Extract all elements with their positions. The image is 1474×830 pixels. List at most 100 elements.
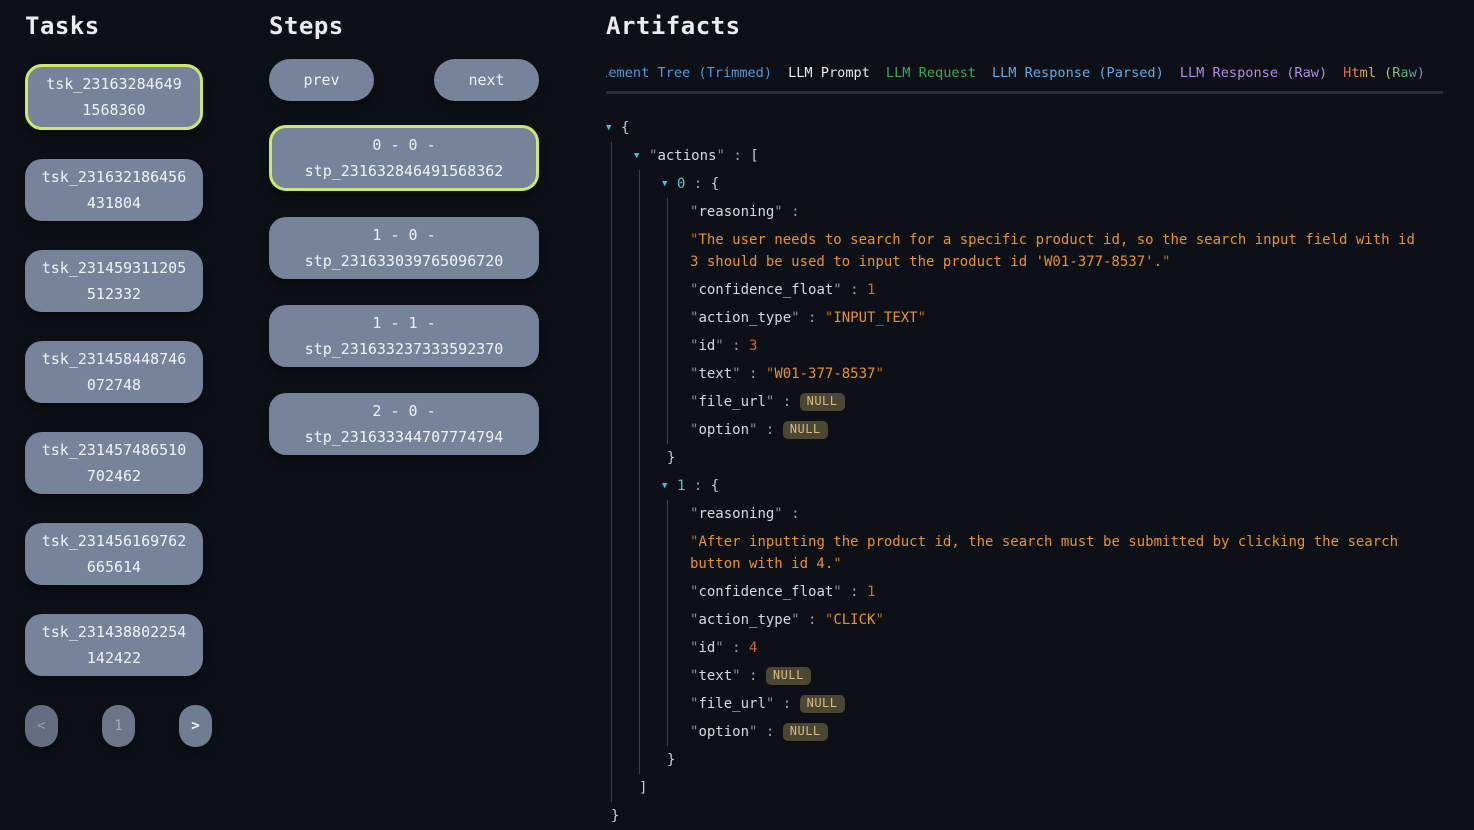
- json-tree-viewer: ▼{▼"actions" : [▼0 : {"reasoning" :"The …: [606, 114, 1443, 830]
- json-row: "option" : NULL: [690, 718, 1443, 746]
- json-row: }: [662, 444, 1443, 472]
- json-token: ": [715, 640, 723, 656]
- json-token: 1: [867, 584, 875, 600]
- json-token: :: [741, 366, 766, 382]
- task-button[interactable]: tsk_231458448746072748: [25, 341, 203, 403]
- null-badge: NULL: [800, 393, 845, 411]
- json-token: ": [732, 366, 740, 382]
- steps-title: Steps: [269, 12, 549, 40]
- json-token: ": [732, 668, 740, 684]
- json-token: "text": [690, 668, 741, 684]
- artifacts-title: Artifacts: [606, 12, 1443, 40]
- step-button[interactable]: 2 - 0 - stp_231633344707774794: [269, 393, 539, 455]
- json-token: "id": [690, 640, 724, 656]
- json-row: "action_type" : "INPUT_TEXT": [690, 304, 1443, 332]
- tab-element-tree-trimmed[interactable]: Element Tree (Trimmed): [606, 65, 772, 94]
- json-row: ]: [634, 774, 1443, 802]
- json-token: ": [833, 584, 841, 600]
- json-token: :: [800, 310, 825, 326]
- json-token: :: [757, 422, 782, 438]
- json-row: "reasoning" :: [690, 500, 1443, 528]
- json-token: "actions": [649, 148, 725, 164]
- task-button[interactable]: tsk_231456169762665614: [25, 523, 203, 585]
- collapse-arrow-icon[interactable]: ▼: [662, 173, 677, 195]
- tasks-pagination: < 1 >: [25, 705, 212, 747]
- json-token: {: [711, 478, 719, 494]
- task-button[interactable]: tsk_231632846491568360: [25, 64, 203, 130]
- json-token: }: [667, 752, 675, 768]
- tab-html-raw[interactable]: Html (Raw): [1343, 65, 1425, 94]
- json-node: "reasoning" :"The user needs to search f…: [690, 198, 1443, 276]
- json-token: "confidence_float": [690, 584, 842, 600]
- json-token: "reasoning": [690, 506, 783, 522]
- pagination-next-button[interactable]: >: [179, 705, 212, 747]
- json-token: :: [842, 584, 867, 600]
- json-token: ]: [639, 780, 647, 796]
- null-badge: NULL: [783, 723, 828, 741]
- tab-llm-request[interactable]: LLM Request: [886, 65, 976, 94]
- prev-step-button[interactable]: prev: [269, 59, 374, 101]
- json-token: "action_type": [690, 612, 800, 628]
- tab-llm-prompt[interactable]: LLM Prompt: [788, 65, 870, 94]
- json-token: :: [685, 176, 710, 192]
- json-token: ": [875, 366, 883, 382]
- json-token: "file_url": [690, 394, 774, 410]
- json-node: "action_type" : "CLICK": [690, 606, 1443, 634]
- step-button[interactable]: 0 - 0 - stp_231632846491568362: [269, 125, 539, 191]
- json-token: ": [716, 148, 724, 164]
- json-token: ": [690, 668, 698, 684]
- json-token: ": [1162, 254, 1170, 270]
- step-list: 0 - 0 - stp_231632846491568362 1 - 0 - st…: [269, 125, 549, 455]
- json-token: :: [725, 148, 750, 164]
- json-row: "The user needs to search for a specific…: [690, 226, 1423, 276]
- step-nav: prev next: [269, 59, 549, 101]
- json-token: "INPUT_TEXT": [825, 310, 926, 326]
- step-button[interactable]: 1 - 0 - stp_231633039765096720: [269, 217, 539, 279]
- json-token: :: [800, 612, 825, 628]
- pagination-prev-button[interactable]: <: [25, 705, 58, 747]
- json-token: [: [750, 148, 758, 164]
- json-token: "option": [690, 724, 757, 740]
- json-token: ": [774, 204, 782, 220]
- json-token: "The user needs to search for a specific…: [690, 232, 1415, 270]
- task-button[interactable]: tsk_231457486510702462: [25, 432, 203, 494]
- step-button[interactable]: 1 - 1 - stp_231633237333592370: [269, 305, 539, 367]
- json-node: "option" : NULL: [690, 718, 1443, 746]
- json-token: ": [690, 394, 698, 410]
- pagination-page-button[interactable]: 1: [102, 705, 135, 747]
- json-token: :: [842, 282, 867, 298]
- null-badge: NULL: [766, 667, 811, 685]
- task-button[interactable]: tsk_231438802254142422: [25, 614, 203, 676]
- json-token: "action_type": [690, 310, 800, 326]
- next-step-button[interactable]: next: [434, 59, 539, 101]
- json-token: :: [685, 478, 710, 494]
- json-token: {: [711, 176, 719, 192]
- json-node: "file_url" : NULL: [690, 690, 1443, 718]
- json-row: ▼{: [606, 114, 1443, 142]
- tab-llm-response-raw[interactable]: LLM Response (Raw): [1180, 65, 1327, 94]
- json-token: ": [690, 204, 698, 220]
- task-list: tsk_231632846491568360 tsk_23163218645643…: [25, 64, 215, 676]
- json-row: "id" : 4: [690, 634, 1443, 662]
- json-token: ": [690, 696, 698, 712]
- collapse-arrow-icon[interactable]: ▼: [606, 117, 621, 139]
- json-token: 3: [749, 338, 757, 354]
- task-button[interactable]: tsk_231632186456431804: [25, 159, 203, 221]
- json-row: "confidence_float" : 1: [690, 276, 1443, 304]
- json-token: ": [825, 612, 833, 628]
- json-token: ": [690, 232, 698, 248]
- json-token: ": [690, 366, 698, 382]
- json-row: "text" : "W01-377-8537": [690, 360, 1443, 388]
- collapse-arrow-icon[interactable]: ▼: [634, 145, 649, 167]
- json-token: :: [774, 394, 799, 410]
- tab-llm-response-parsed[interactable]: LLM Response (Parsed): [992, 65, 1164, 94]
- json-node: "file_url" : NULL: [690, 388, 1443, 416]
- json-node: "confidence_float" : 1: [690, 578, 1443, 606]
- collapse-arrow-icon[interactable]: ▼: [662, 475, 677, 497]
- json-token: ": [690, 282, 698, 298]
- json-token: :: [741, 668, 766, 684]
- json-token: ": [690, 724, 698, 740]
- json-token: :: [757, 724, 782, 740]
- json-token: ": [649, 148, 657, 164]
- task-button[interactable]: tsk_231459311205512332: [25, 250, 203, 312]
